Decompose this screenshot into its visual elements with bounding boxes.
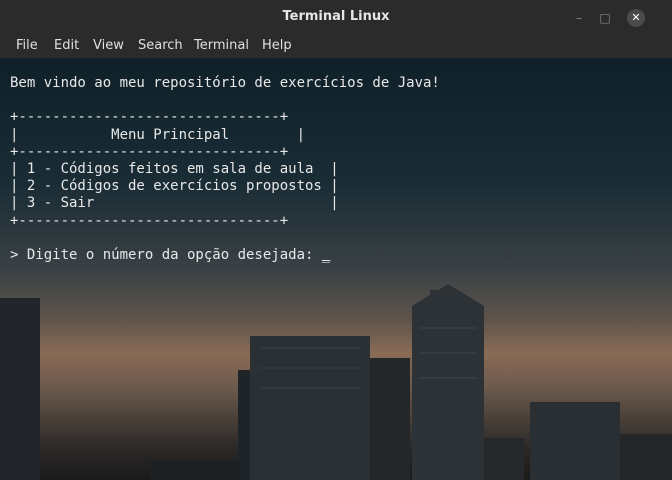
- maximize-button[interactable]: □: [596, 9, 614, 27]
- title-bar[interactable]: Terminal Linux – □ ✕: [0, 0, 672, 34]
- minimize-button[interactable]: –: [570, 9, 588, 27]
- menu-edit[interactable]: Edit: [54, 38, 79, 53]
- menu-option-1: | 1 - Códigos feitos em sala de aula |: [10, 161, 339, 178]
- menu-file[interactable]: File: [16, 38, 38, 53]
- menu-help[interactable]: Help: [262, 38, 292, 53]
- menu-title: | Menu Principal |: [10, 126, 306, 143]
- menu-search[interactable]: Search: [138, 38, 183, 53]
- terminal-window: Terminal Linux – □ ✕ File Edit View Sear…: [0, 0, 672, 480]
- menu-border-bottom: +-------------------------------+: [10, 212, 289, 229]
- menu-border-top: +-------------------------------+: [10, 109, 289, 126]
- menu-border-middle: +-------------------------------+: [10, 143, 289, 160]
- input-prompt: > Digite o número da opção desejada:: [10, 247, 322, 264]
- menu-bar: File Edit View Search Terminal Help: [0, 34, 672, 58]
- terminal-area[interactable]: Bem vindo ao meu repositório de exercíci…: [0, 58, 672, 480]
- text-cursor[interactable]: _: [322, 247, 330, 263]
- menu-terminal[interactable]: Terminal: [194, 38, 249, 53]
- menu-option-3: | 3 - Sair |: [10, 195, 339, 212]
- menu-option-2: | 2 - Códigos de exercícios propostos |: [10, 178, 339, 195]
- welcome-message: Bem vindo ao meu repositório de exercíci…: [10, 75, 440, 91]
- terminal-output: Bem vindo ao meu repositório de exercíci…: [10, 75, 440, 264]
- menu-view[interactable]: View: [93, 38, 124, 53]
- close-button[interactable]: ✕: [627, 9, 645, 27]
